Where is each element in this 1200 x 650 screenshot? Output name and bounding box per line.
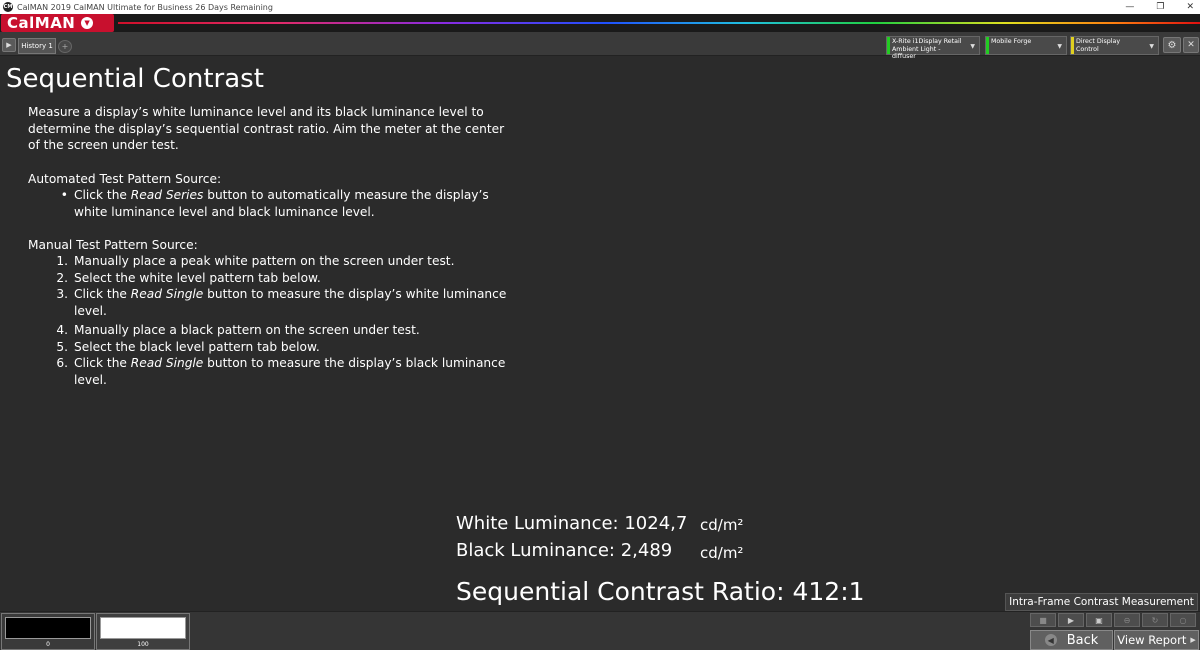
calman-app-icon: CM	[3, 2, 13, 12]
source-selector[interactable]: Mobile Forge ▼	[985, 36, 1067, 55]
view-report-label: View Report	[1117, 633, 1187, 647]
white-luminance-reading: White Luminance: 1024,7	[456, 513, 687, 534]
window-title: CalMAN 2019 CalMAN Ultimate for Business…	[17, 2, 273, 12]
view-report-button[interactable]: View Report ▶	[1114, 630, 1199, 650]
contrast-ratio-value: 412:1	[792, 577, 865, 606]
black-luminance-unit: cd/m²	[700, 544, 744, 562]
zoom-out-icon[interactable]: ⊖	[1114, 613, 1140, 627]
swatch-label: 0	[46, 641, 50, 648]
black-luminance-value: 2,489	[620, 540, 673, 561]
list-item: 1. Manually place a peak white pattern on…	[56, 254, 455, 268]
white-luminance-label: White Luminance:	[456, 513, 619, 534]
pattern-tab-white[interactable]: 100	[96, 613, 190, 650]
source-name: Mobile Forge	[991, 38, 1032, 45]
white-luminance-unit: cd/m²	[700, 516, 744, 534]
chevron-down-icon: ▼	[81, 17, 94, 29]
contrast-ratio-reading: Sequential Contrast Ratio: 412:1	[456, 577, 865, 606]
automated-heading: Automated Test Pattern Source:	[28, 172, 222, 186]
black-luminance-label: Black Luminance:	[456, 540, 615, 561]
list-item: 2. Select the white level pattern tab bel…	[56, 270, 321, 285]
calman-menu-button[interactable]: CalMAN ▼	[1, 14, 114, 32]
list-item: • Click the Read Series button to automa…	[56, 187, 516, 220]
back-label: Back	[1066, 632, 1099, 648]
status-indicator	[887, 37, 890, 54]
bullet-icon: •	[60, 188, 68, 202]
rainbow-strip	[118, 22, 1200, 24]
status-indicator	[986, 37, 989, 54]
refresh-icon[interactable]: ↻	[1142, 613, 1168, 627]
swatch-label: 100	[137, 641, 149, 648]
white-luminance-value: 1024,7	[624, 513, 688, 534]
read-series-icon[interactable]: ▣	[1086, 613, 1112, 627]
close-panel-icon[interactable]: ✕	[1183, 37, 1199, 53]
meter-mode: Ambient Light - diffuser	[892, 45, 941, 61]
read-single-icon[interactable]: ▶	[1058, 613, 1084, 627]
automated-list: • Click the Read Series button to automa…	[56, 187, 516, 220]
contrast-ratio-label: Sequential Contrast Ratio:	[456, 577, 785, 606]
stop-icon[interactable]: ■	[1030, 613, 1056, 627]
read-series-term: Read Series	[130, 188, 204, 202]
restore-icon[interactable]: ❐	[1156, 2, 1164, 12]
status-indicator	[1071, 37, 1074, 54]
black-swatch	[5, 617, 91, 639]
manual-heading: Manual Test Pattern Source:	[28, 238, 198, 252]
read-single-term: Read Single	[130, 356, 204, 370]
chevron-down-icon: ▼	[970, 43, 975, 50]
minimize-icon[interactable]: —	[1125, 2, 1134, 12]
display-name: Direct Display Control	[1076, 38, 1121, 53]
list-item: 3. Click the Read Single button to measu…	[56, 287, 507, 318]
page-title: Sequential Contrast	[6, 64, 264, 94]
page-description: Measure a display’s white luminance leve…	[28, 105, 505, 152]
window-title-bar: CM CalMAN 2019 CalMAN Ultimate for Busin…	[0, 0, 1200, 14]
add-tab-icon[interactable]: +	[58, 40, 72, 53]
list-item: 6. Click the Read Single button to measu…	[56, 356, 506, 387]
display-selector[interactable]: Direct Display Control ▼	[1070, 36, 1159, 55]
play-arrow-icon[interactable]: ▶	[2, 38, 16, 52]
report-arrow-icon: ▶	[1190, 636, 1196, 644]
manual-steps: 1. Manually place a peak white pattern on…	[56, 253, 516, 388]
meter-selector[interactable]: X-Rite i1Display Retail Ambient Light - …	[886, 36, 980, 60]
read-single-term: Read Single	[130, 287, 204, 301]
toolbar: ▶ History 1 + X-Rite i1Display Retail Am…	[0, 32, 1200, 60]
black-luminance-reading: Black Luminance: 2,489	[456, 540, 672, 561]
white-swatch	[100, 617, 186, 639]
chevron-down-icon: ▼	[1057, 43, 1062, 50]
tab-history-1[interactable]: History 1	[18, 38, 56, 54]
window-controls: — ❐ ✕	[1125, 0, 1194, 14]
list-item: 4. Manually place a black pattern on the …	[56, 323, 420, 337]
close-icon[interactable]: ✕	[1186, 2, 1194, 12]
back-button[interactable]: ◀ Back	[1030, 630, 1113, 650]
pattern-tab-black[interactable]: 0	[1, 613, 95, 650]
chevron-down-icon: ▼	[1149, 43, 1154, 50]
gear-icon[interactable]: ⚙	[1163, 37, 1181, 53]
list-item: 5. Select the black level pattern tab bel…	[56, 339, 320, 354]
calman-logo: CalMAN	[7, 14, 76, 32]
back-arrow-icon: ◀	[1044, 634, 1057, 646]
intra-frame-contrast-button[interactable]: Intra-Frame Contrast Measurement	[1005, 593, 1198, 611]
options-icon[interactable]: ○	[1170, 613, 1196, 627]
brand-row: CalMAN ▼	[0, 14, 1200, 32]
meter-name: X-Rite i1Display Retail	[892, 38, 962, 45]
